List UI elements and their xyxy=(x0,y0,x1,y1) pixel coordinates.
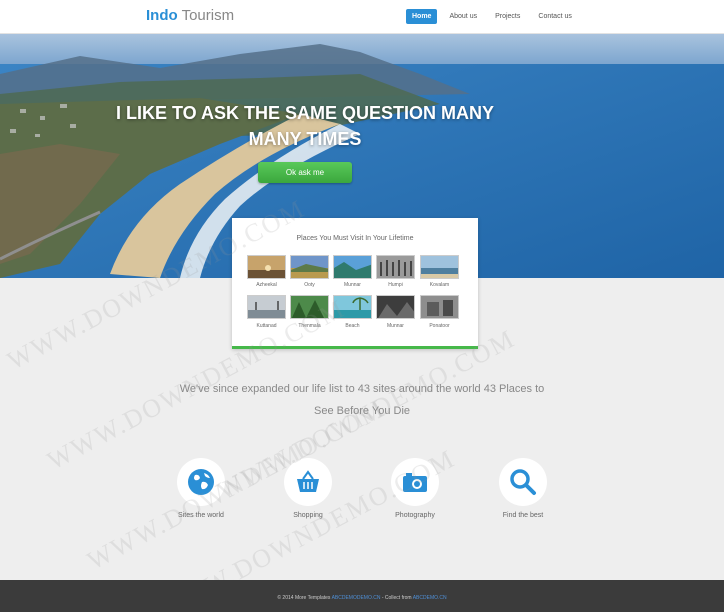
site-logo[interactable]: Indo Tourism xyxy=(146,7,234,24)
place-thumbnail-munnar[interactable] xyxy=(333,255,372,279)
feature-label: Photography xyxy=(395,512,435,519)
place-caption: Ponatoor xyxy=(429,323,450,329)
search-icon xyxy=(510,469,536,495)
place-thumbnail-azheekal[interactable] xyxy=(247,255,286,279)
logo-bold-text: Indo xyxy=(146,7,178,24)
place-thumbnail-ponatoor[interactable] xyxy=(420,295,459,319)
footer-credits: © 2014 More Templates ABCDEMODEMO.CN - C… xyxy=(0,595,724,601)
basket-icon xyxy=(297,470,319,492)
place-thumbnail-ooty[interactable] xyxy=(290,255,329,279)
place-caption: Ooty xyxy=(304,282,315,288)
footer-link-templates[interactable]: ABCDEMODEMO.CN xyxy=(332,595,381,601)
nav-projects[interactable]: Projects xyxy=(489,9,526,24)
nav-home[interactable]: Home xyxy=(406,9,438,24)
place-caption: Kovalam xyxy=(429,282,450,288)
place-thumbnail-munnar-2[interactable] xyxy=(376,295,415,319)
main-nav: Home About us Projects Contact us xyxy=(406,9,578,24)
place-thumbnail-humpi[interactable] xyxy=(376,255,415,279)
nav-contact[interactable]: Contact us xyxy=(532,9,577,24)
hero-title: I LIKE TO ASK THE SAME QUESTION MANY MAN… xyxy=(115,103,495,149)
place-caption: Munnar xyxy=(344,282,361,288)
site-footer: © 2014 More Templates ABCDEMODEMO.CN - C… xyxy=(0,580,724,612)
footer-collect-text: - Collect from xyxy=(381,595,412,601)
footer-copyright: © 2014 More Templates xyxy=(277,595,331,601)
feature-label: Find the best xyxy=(502,512,544,519)
place-caption: Munnar xyxy=(387,323,404,329)
feature-circle xyxy=(499,458,547,506)
footer-link-source[interactable]: ABCDEMO.CN xyxy=(413,595,447,601)
site-header: Indo Tourism Home About us Projects Cont… xyxy=(0,0,724,34)
place-thumbnail-kovalam[interactable] xyxy=(420,255,459,279)
place-thumbnail-kuttanad[interactable] xyxy=(247,295,286,319)
ok-ask-me-button[interactable]: Ok ask me xyxy=(258,162,352,183)
nav-about[interactable]: About us xyxy=(443,9,483,24)
place-caption: Humpi xyxy=(388,282,403,288)
place-caption: Azheekal xyxy=(256,282,277,288)
logo-light-text: Tourism xyxy=(181,7,235,24)
